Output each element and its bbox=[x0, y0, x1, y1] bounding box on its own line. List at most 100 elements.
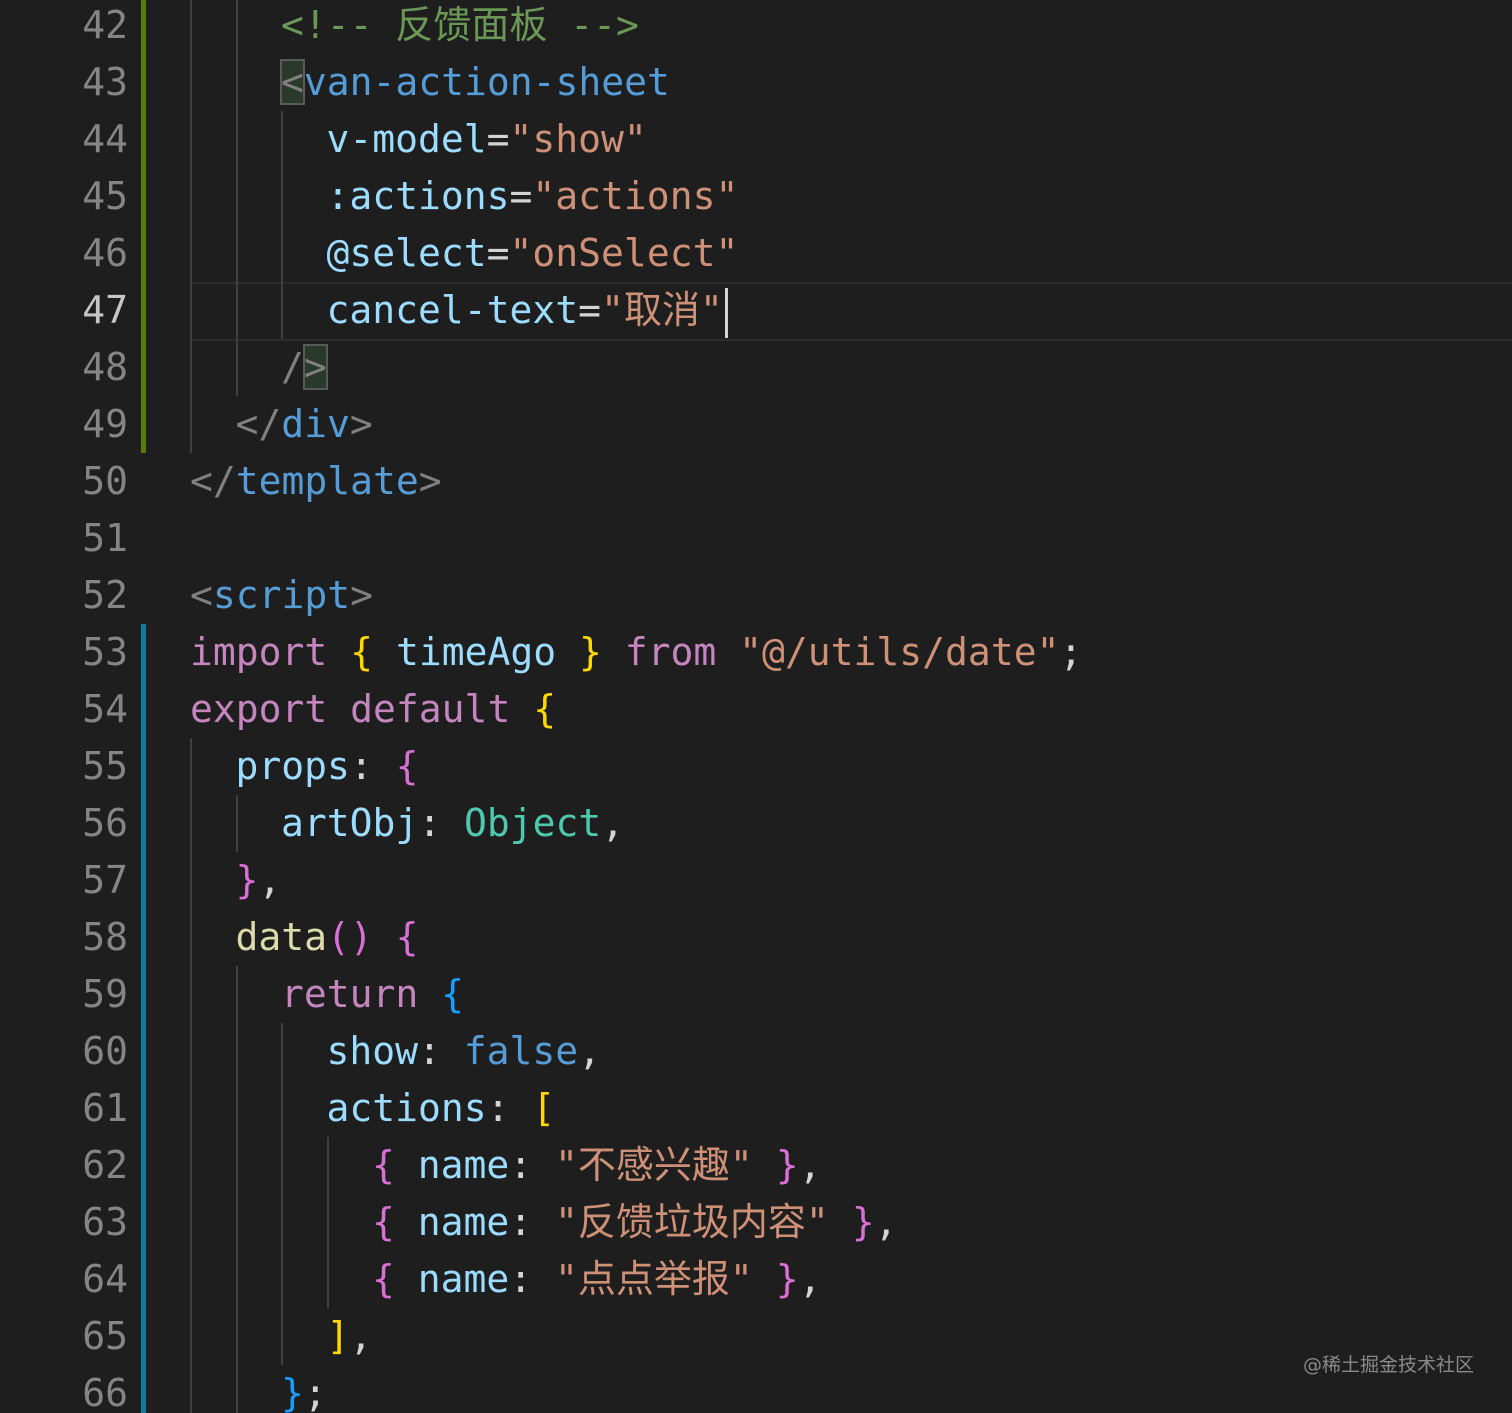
code-token: } bbox=[775, 1143, 799, 1187]
code-text[interactable]: { name: "点点举报" }, bbox=[372, 1251, 821, 1308]
indent-guide bbox=[235, 1308, 238, 1365]
code-line[interactable]: 59 return { bbox=[0, 966, 1512, 1023]
code-text[interactable]: data() { bbox=[236, 909, 419, 966]
code-text[interactable]: ], bbox=[327, 1308, 373, 1365]
line-number: 42 bbox=[82, 3, 128, 47]
code-token: { bbox=[350, 630, 374, 674]
indent-guide bbox=[190, 1194, 192, 1251]
indent-guide bbox=[190, 1080, 192, 1137]
code-token: data bbox=[235, 915, 328, 959]
code-token: : bbox=[509, 1257, 556, 1301]
code-token: </ bbox=[235, 402, 282, 446]
code-token: "不感兴趣" bbox=[555, 1143, 753, 1187]
code-line[interactable]: 49 </div> bbox=[0, 396, 1512, 453]
indent-guide bbox=[190, 225, 192, 282]
code-text[interactable]: artObj: Object, bbox=[281, 795, 624, 852]
code-text[interactable]: <!-- 反馈面板 --> bbox=[281, 0, 639, 54]
code-text[interactable]: </div> bbox=[236, 396, 373, 453]
code-text[interactable]: { name: "反馈垃圾内容" }, bbox=[372, 1194, 897, 1251]
indent-guide bbox=[281, 1308, 283, 1365]
code-text[interactable]: }, bbox=[236, 852, 282, 909]
matched-bracket: > bbox=[302, 344, 328, 390]
indent-guide bbox=[190, 966, 192, 1023]
indent-guide bbox=[190, 1308, 192, 1365]
line-number: 44 bbox=[82, 117, 128, 161]
code-token: { bbox=[372, 1143, 395, 1187]
code-line[interactable]: 44 v-model="show" bbox=[0, 111, 1512, 168]
code-line[interactable]: 48 /> bbox=[0, 339, 1512, 396]
code-line[interactable]: 55 props: { bbox=[0, 738, 1512, 795]
code-token: script bbox=[212, 573, 351, 617]
gutter-change-marker bbox=[141, 966, 146, 1023]
code-token: { bbox=[395, 744, 419, 788]
gutter-change-marker bbox=[141, 1080, 146, 1137]
indent-guide bbox=[190, 795, 192, 852]
code-line[interactable]: 53 import { timeAgo } from "@/utils/date"… bbox=[0, 624, 1512, 681]
code-text[interactable]: v-model="show" bbox=[327, 111, 647, 168]
code-line[interactable]: 57}, bbox=[0, 852, 1512, 909]
gutter-change-marker bbox=[141, 396, 146, 453]
code-text[interactable]: <van-action-sheet bbox=[280, 54, 670, 111]
code-token: { bbox=[441, 972, 465, 1016]
indent-guide bbox=[190, 852, 192, 909]
code-text[interactable]: export default { bbox=[190, 681, 556, 738]
indent-guide bbox=[235, 282, 238, 339]
code-text[interactable]: :actions="actions" bbox=[327, 168, 739, 225]
code-text[interactable]: <script> bbox=[190, 567, 373, 624]
code-line[interactable]: 52 <script> bbox=[0, 567, 1512, 624]
code-token: export bbox=[190, 687, 328, 731]
indent-guide bbox=[281, 168, 283, 225]
line-number: 59 bbox=[82, 972, 128, 1016]
gutter-change-marker bbox=[141, 738, 146, 795]
indent-guide bbox=[235, 1194, 238, 1251]
indent-guide bbox=[281, 1194, 283, 1251]
line-number: 46 bbox=[82, 231, 128, 275]
code-text[interactable]: cancel-text="取消" bbox=[327, 282, 728, 339]
code-line[interactable]: 64 { name: "点点举报" }, bbox=[0, 1251, 1512, 1308]
code-line[interactable]: 63 { name: "反馈垃圾内容" }, bbox=[0, 1194, 1512, 1251]
code-line[interactable]: 50 </template> bbox=[0, 453, 1512, 510]
indent-guide bbox=[281, 1080, 283, 1137]
gutter-change-marker bbox=[141, 1137, 146, 1194]
indent-guide bbox=[281, 225, 283, 282]
indent-guide bbox=[190, 54, 192, 111]
code-editor[interactable]: 42 <!-- 反馈面板 --> 43 <van-action-sheet 44 v-mo… bbox=[0, 0, 1512, 1413]
code-token: } bbox=[851, 1200, 875, 1244]
code-line[interactable]: 45 :actions="actions" bbox=[0, 168, 1512, 225]
code-line[interactable]: 51 bbox=[0, 510, 1512, 567]
code-line[interactable]: 61 actions: [ bbox=[0, 1080, 1512, 1137]
code-text[interactable]: return { bbox=[281, 966, 464, 1023]
code-line[interactable]: 54 export default { bbox=[0, 681, 1512, 738]
code-text[interactable]: show: false, bbox=[327, 1023, 602, 1080]
gutter-change-marker bbox=[141, 852, 146, 909]
line-number: 51 bbox=[82, 516, 128, 560]
indent-guide bbox=[190, 282, 192, 339]
code-line[interactable]: 56 artObj: Object, bbox=[0, 795, 1512, 852]
code-line[interactable]: 47 cancel-text="取消" bbox=[0, 282, 1512, 341]
code-line[interactable]: 42 <!-- 反馈面板 --> bbox=[0, 0, 1512, 54]
code-text[interactable]: actions: [ bbox=[327, 1080, 556, 1137]
code-text[interactable]: }; bbox=[281, 1365, 327, 1413]
code-token: , bbox=[601, 801, 625, 845]
code-line[interactable]: 66}; bbox=[0, 1365, 1512, 1413]
code-token: > bbox=[418, 459, 442, 503]
code-text[interactable]: /> bbox=[281, 339, 328, 396]
code-line[interactable]: 46 @select="onSelect" bbox=[0, 225, 1512, 282]
code-text[interactable]: </template> bbox=[190, 453, 442, 510]
code-line[interactable]: 65], bbox=[0, 1308, 1512, 1365]
code-line[interactable]: 60 show: false, bbox=[0, 1023, 1512, 1080]
line-number: 56 bbox=[82, 801, 128, 845]
code-token: ; bbox=[303, 1371, 327, 1413]
code-line[interactable]: 43 <van-action-sheet bbox=[0, 54, 1512, 111]
code-text[interactable]: { name: "不感兴趣" }, bbox=[372, 1137, 821, 1194]
code-line[interactable]: 62 { name: "不感兴趣" }, bbox=[0, 1137, 1512, 1194]
code-text[interactable]: import { timeAgo } from "@/utils/date"; bbox=[190, 624, 1082, 681]
code-token: , bbox=[874, 1200, 898, 1244]
line-number: 45 bbox=[82, 174, 128, 218]
code-text[interactable]: @select="onSelect" bbox=[327, 225, 739, 282]
code-line[interactable]: 58 data() { bbox=[0, 909, 1512, 966]
code-text[interactable]: props: { bbox=[236, 738, 419, 795]
